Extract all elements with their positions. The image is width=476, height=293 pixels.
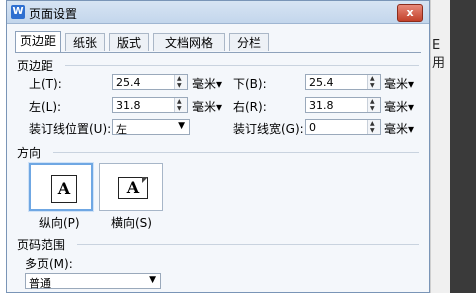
bottom-margin-value: 25.4 bbox=[309, 76, 334, 89]
spin-down-icon: ▼ bbox=[370, 105, 375, 112]
section-divider bbox=[53, 152, 419, 153]
page-setup-dialog: W 页面设置 x 页边距 纸张 版式 文档网格 分栏 页边距 上(T): 25.… bbox=[6, 0, 430, 293]
multiple-pages-select[interactable]: 普通 ▼ bbox=[25, 273, 161, 290]
landscape-label[interactable]: 横向(S) bbox=[111, 214, 152, 231]
spin-down-icon: ▼ bbox=[177, 105, 182, 112]
background-text-fragment: E bbox=[432, 38, 441, 53]
top-margin-unit[interactable]: 毫米▾ bbox=[192, 75, 222, 92]
gutter-position-select[interactable]: 左 ▼ bbox=[112, 119, 190, 136]
right-margin-unit[interactable]: 毫米▾ bbox=[384, 98, 414, 115]
spin-down-icon: ▼ bbox=[370, 82, 375, 89]
title-bar[interactable]: W 页面设置 x bbox=[7, 1, 429, 24]
top-margin-spinner[interactable]: ▲ ▼ bbox=[174, 75, 187, 89]
tab-margins[interactable]: 页边距 bbox=[15, 31, 61, 52]
gutter-width-spinner[interactable]: ▲ ▼ bbox=[367, 120, 380, 134]
left-margin-input[interactable]: 31.8 ▲ ▼ bbox=[112, 97, 188, 113]
gutter-width-unit[interactable]: 毫米▾ bbox=[384, 120, 414, 137]
section-divider bbox=[77, 244, 419, 245]
spin-up-icon: ▲ bbox=[177, 75, 182, 82]
spin-up-icon: ▲ bbox=[370, 75, 375, 82]
chevron-down-icon: ▼ bbox=[149, 275, 156, 285]
bottom-margin-unit[interactable]: 毫米▾ bbox=[384, 75, 414, 92]
close-button[interactable]: x bbox=[397, 4, 423, 22]
left-margin-unit[interactable]: 毫米▾ bbox=[192, 98, 222, 115]
portrait-label[interactable]: 纵向(P) bbox=[39, 214, 80, 231]
left-margin-label: 左(L): bbox=[29, 100, 62, 114]
bottom-margin-input[interactable]: 25.4 ▲ ▼ bbox=[305, 74, 381, 90]
landscape-option[interactable]: A bbox=[99, 163, 163, 211]
section-page-range-title: 页码范围 bbox=[17, 238, 66, 252]
right-margin-input[interactable]: 31.8 ▲ ▼ bbox=[305, 97, 381, 113]
tab-layout[interactable]: 版式 bbox=[109, 33, 149, 51]
section-orientation-title: 方向 bbox=[17, 146, 42, 160]
right-margin-value: 31.8 bbox=[309, 99, 334, 112]
gutter-position-label: 装订线位置(U): bbox=[29, 122, 112, 136]
portrait-page-icon: A bbox=[51, 175, 77, 203]
top-margin-value: 25.4 bbox=[116, 76, 141, 89]
gutter-width-input[interactable]: 0 ▲ ▼ bbox=[305, 119, 381, 135]
spin-down-icon: ▼ bbox=[177, 82, 182, 89]
multiple-pages-value: 普通 bbox=[29, 277, 51, 290]
wps-writer-icon: W bbox=[11, 5, 25, 19]
spin-up-icon: ▲ bbox=[370, 120, 375, 127]
spin-up-icon: ▲ bbox=[370, 98, 375, 105]
page-fold-icon bbox=[142, 177, 148, 183]
right-margin-label: 右(R): bbox=[233, 100, 267, 114]
section-margins-title: 页边距 bbox=[17, 59, 54, 73]
landscape-glyph: A bbox=[126, 178, 140, 197]
top-margin-input[interactable]: 25.4 ▲ ▼ bbox=[112, 74, 188, 90]
spin-up-icon: ▲ bbox=[177, 98, 182, 105]
tab-columns[interactable]: 分栏 bbox=[229, 33, 269, 51]
document-edge bbox=[430, 0, 431, 293]
bottom-margin-label: 下(B): bbox=[233, 77, 267, 91]
tab-underline bbox=[15, 52, 421, 53]
portrait-option[interactable]: A bbox=[29, 163, 93, 211]
right-margin-spinner[interactable]: ▲ ▼ bbox=[367, 98, 380, 112]
spin-down-icon: ▼ bbox=[370, 127, 375, 134]
chevron-down-icon: ▼ bbox=[178, 121, 185, 131]
gutter-position-value: 左 bbox=[116, 123, 127, 136]
dark-side-strip bbox=[450, 0, 476, 293]
landscape-page-icon: A bbox=[118, 177, 148, 199]
bottom-margin-spinner[interactable]: ▲ ▼ bbox=[367, 75, 380, 89]
dialog-title: 页面设置 bbox=[29, 7, 78, 21]
left-margin-spinner[interactable]: ▲ ▼ bbox=[174, 98, 187, 112]
gutter-width-label: 装订线宽(G): bbox=[233, 122, 304, 136]
left-margin-value: 31.8 bbox=[116, 99, 141, 112]
gutter-width-value: 0 bbox=[309, 121, 316, 134]
background-text-fragment: 用 bbox=[432, 56, 446, 71]
tab-document-grid[interactable]: 文档网格 bbox=[153, 33, 225, 51]
section-divider bbox=[65, 65, 419, 66]
top-margin-label: 上(T): bbox=[29, 77, 62, 91]
multiple-pages-label: 多页(M): bbox=[25, 257, 73, 271]
tab-paper[interactable]: 纸张 bbox=[65, 33, 105, 51]
